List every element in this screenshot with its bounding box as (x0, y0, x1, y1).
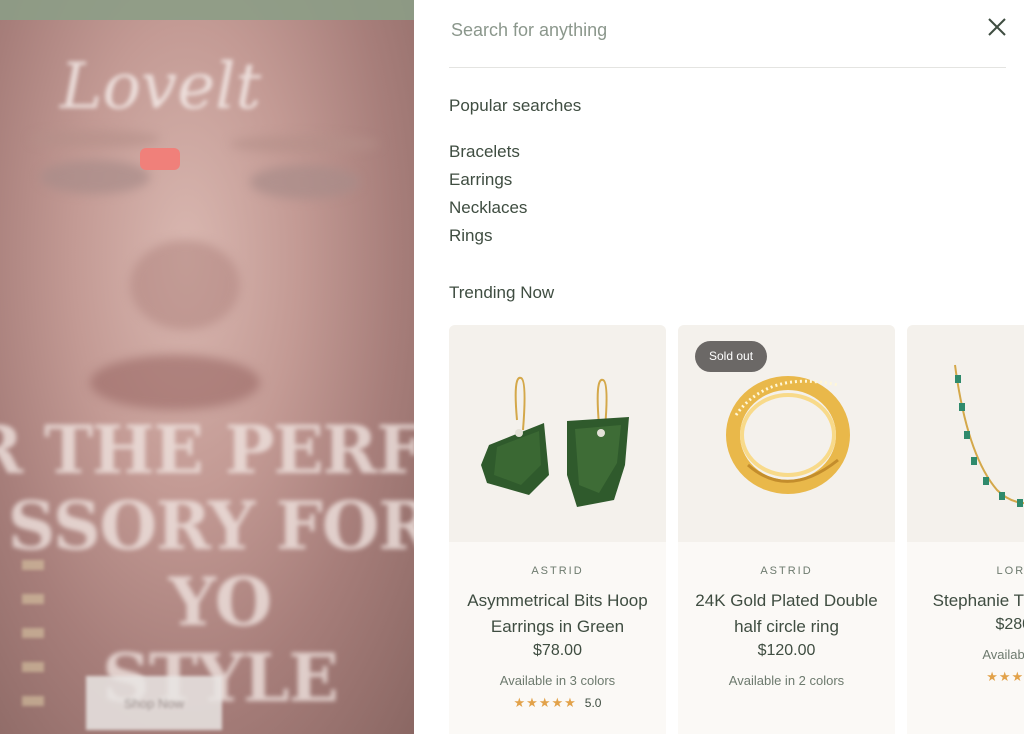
close-icon[interactable] (984, 14, 1010, 40)
product-brand: LORE (996, 565, 1024, 577)
popular-link-necklaces[interactable]: Necklaces (449, 198, 527, 226)
popular-link-rings[interactable]: Rings (449, 226, 527, 254)
popular-link-bracelets[interactable]: Bracelets (449, 142, 527, 170)
product-brand: ASTRID (760, 565, 813, 577)
product-title[interactable]: 24K Gold Plated Double half circle ring (692, 588, 882, 640)
trending-now-title: Trending Now (449, 283, 555, 302)
product-card[interactable]: LORE Stephanie T Plated Br $280. Availab… (907, 325, 1024, 734)
product-price: $120.00 (757, 642, 816, 659)
nose-stud (140, 148, 180, 170)
product-price: $280. (995, 616, 1024, 633)
trending-products: ASTRID Asymmetrical Bits Hoop Earrings i… (449, 325, 1024, 734)
hero-shop-button: Shop Now (86, 676, 222, 730)
product-colors: Available in 2 colors (728, 673, 845, 688)
search-divider (449, 67, 1006, 68)
star-rating-icon: ★★★★ (986, 669, 1024, 684)
product-colors: Available in 3 colors (499, 673, 616, 688)
product-rating: ★★★★★ 5.0 (449, 695, 666, 711)
search-input[interactable] (449, 12, 953, 48)
product-title[interactable]: Asymmetrical Bits Hoop Earrings in Green (463, 588, 653, 640)
popular-searches-title: Popular searches (449, 96, 582, 115)
rating-value: 5.0 (584, 696, 602, 710)
earrings-image (481, 376, 629, 507)
sold-out-badge: Sold out (695, 341, 768, 372)
popular-link-earrings[interactable]: Earrings (449, 170, 527, 198)
product-image[interactable] (449, 325, 666, 542)
search-drawer: Popular searches Bracelets Earrings Neck… (414, 0, 1024, 734)
product-title[interactable]: Stephanie T Plated Br (921, 588, 1024, 614)
product-price: $78.00 (533, 642, 582, 659)
product-card[interactable]: Sold out ASTRID 24K Gold Plated Double h… (678, 325, 895, 734)
hero-headline: R THE PERFESSORY FOR YOSTYLE (0, 411, 414, 716)
product-image[interactable] (907, 325, 1024, 542)
bracelet-image (954, 364, 1024, 507)
product-card[interactable]: ASTRID Asymmetrical Bits Hoop Earrings i… (449, 325, 666, 734)
hero-background: Lovelt R THE PERFESSORY FOR YOSTYLE Shop… (0, 0, 414, 734)
product-colors: Available in (982, 647, 1024, 662)
product-rating: ★★★★ (907, 669, 1024, 685)
necklace-beads (22, 560, 44, 730)
product-image[interactable]: Sold out (678, 325, 895, 542)
hero-logo: Lovelt (60, 50, 262, 124)
popular-searches-list: Bracelets Earrings Necklaces Rings (449, 142, 527, 254)
product-brand: ASTRID (531, 565, 584, 577)
star-rating-icon: ★★★★★ (513, 695, 577, 710)
